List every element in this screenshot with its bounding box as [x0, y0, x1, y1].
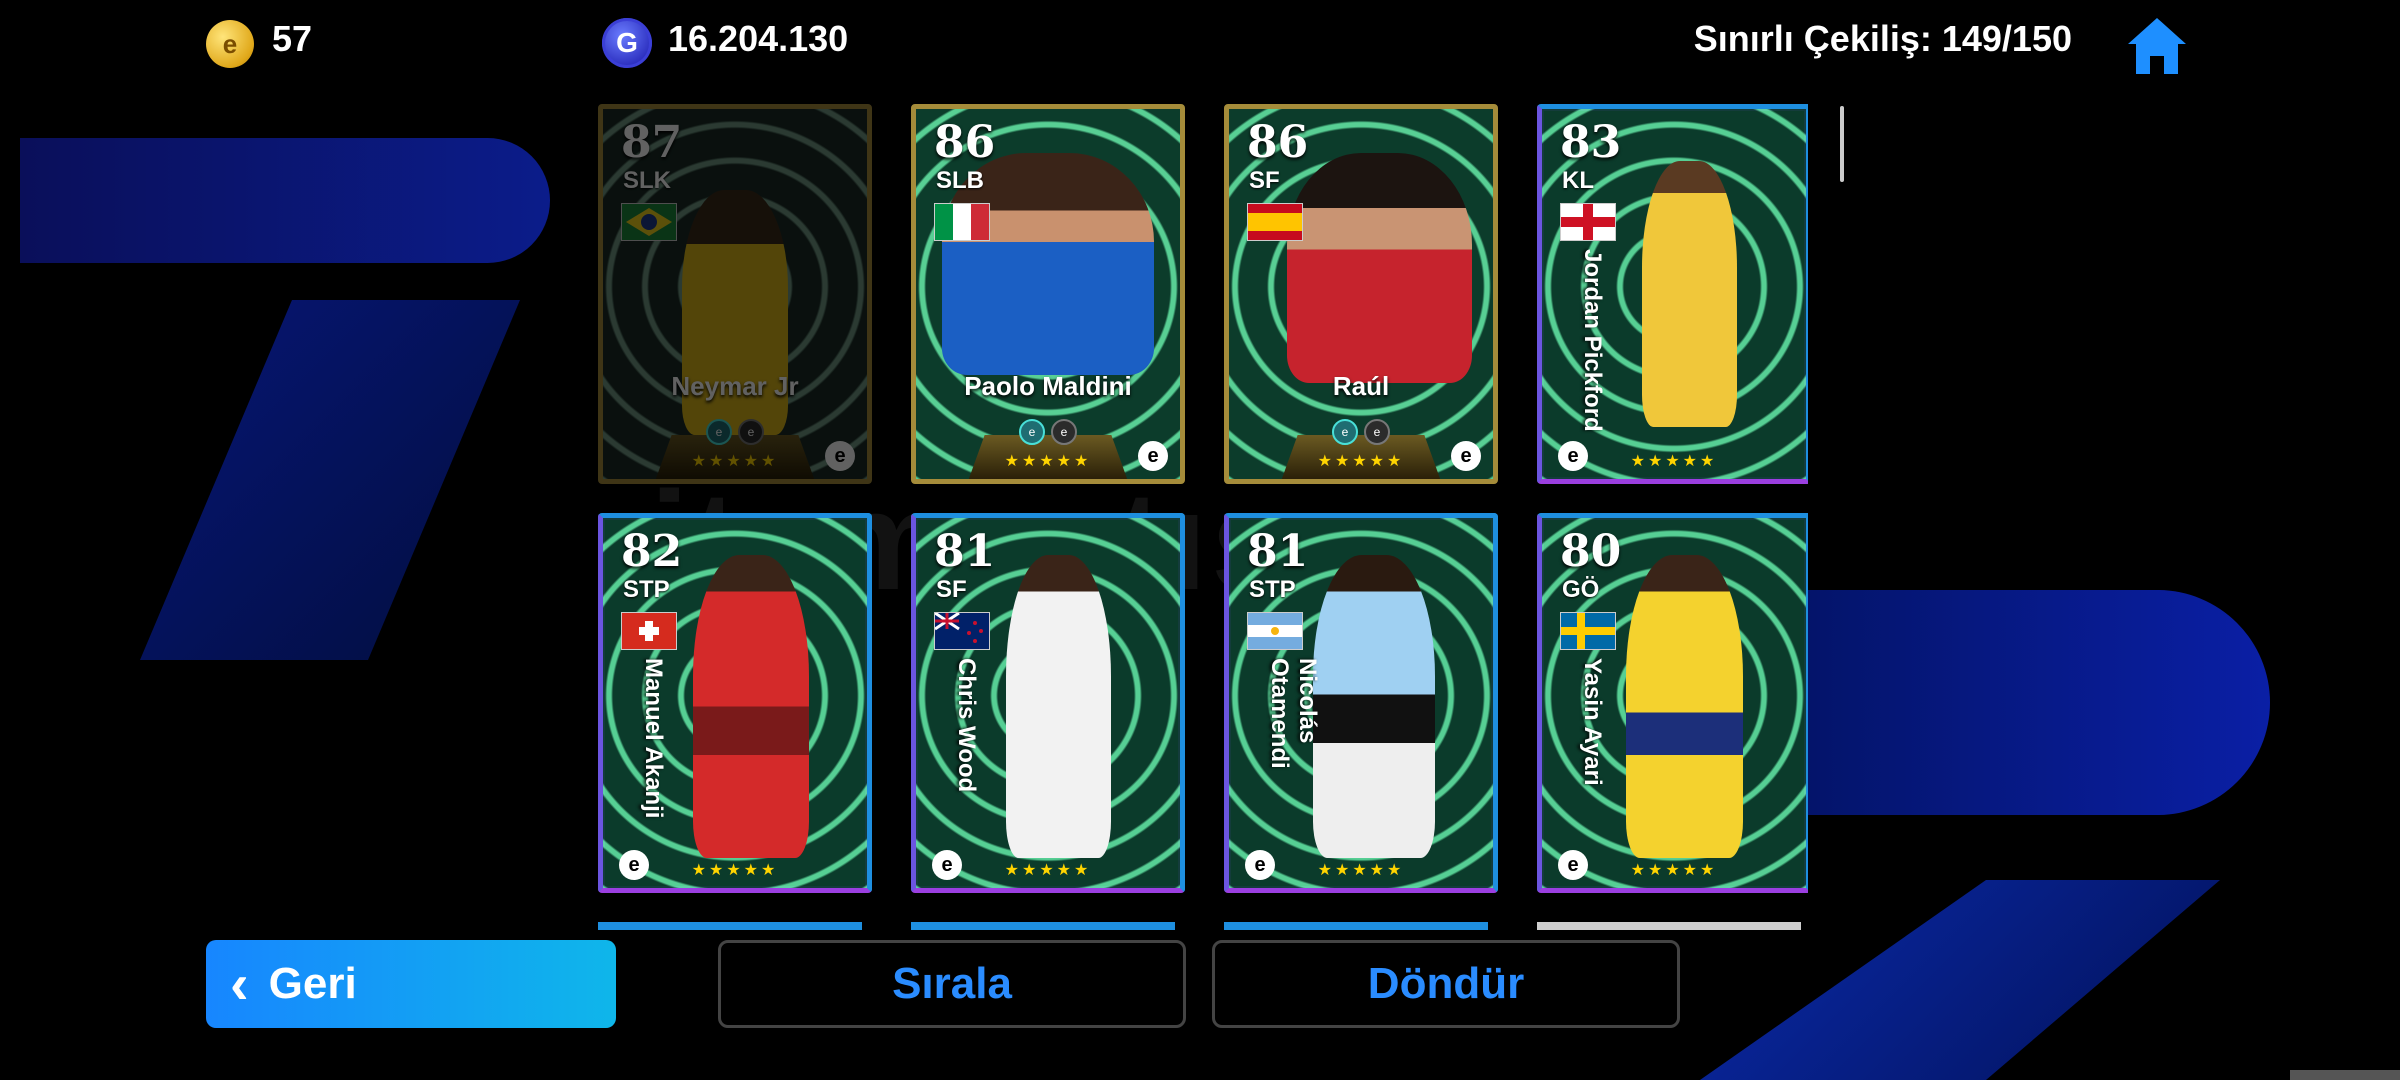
player-position: GÖ: [1562, 576, 1600, 603]
e-badge-icon: e: [1364, 419, 1390, 445]
efootball-logo-icon: e: [825, 441, 855, 471]
draw-limit-label: Sınırlı Çekiliş: 149/150: [1693, 18, 2072, 59]
e-coin-icon: e: [206, 20, 254, 68]
sort-button-label: Sırala: [892, 959, 1012, 1008]
e-badge-icon: e: [706, 419, 732, 445]
player-rating: 87: [621, 117, 683, 168]
player-rating: 81: [934, 526, 996, 577]
player-rating: 82: [621, 526, 683, 577]
background-bar: [20, 138, 550, 263]
e-badge-icon: e: [1051, 419, 1077, 445]
player-name: Raúl: [1332, 371, 1390, 401]
flag-icon: [1247, 203, 1303, 241]
e-badge-icon: e: [738, 419, 764, 445]
player-position: SF: [936, 576, 967, 603]
flag-icon: [1247, 612, 1303, 650]
player-card[interactable]: 83 KL Jordan Pickford ★★★★★ e: [1537, 104, 1808, 484]
skill-badges: ee: [706, 419, 764, 445]
player-card-partial[interactable]: [1224, 922, 1488, 930]
player-rating: 80: [1560, 526, 1622, 577]
top-bar: e 57 G 16.204.130 Sınırlı Çekiliş: 149/1…: [0, 0, 2400, 90]
player-card[interactable]: 81 STP Nicolás Otamendi ★★★★★ e: [1224, 513, 1498, 893]
player-image: [1313, 555, 1435, 859]
player-card-grid: 87 SLK Neymar Jr ee ★★★★★ e 86 SLB Paolo…: [598, 104, 1808, 930]
efootball-logo-icon: e: [1558, 850, 1588, 880]
player-name: Yasin Ayari: [1579, 658, 1606, 786]
efootball-logo-icon: e: [619, 850, 649, 880]
efootball-logo-icon: e: [932, 850, 962, 880]
gp-count: 16.204.130: [668, 18, 849, 59]
efootball-logo-icon: e: [1245, 850, 1275, 880]
player-card[interactable]: 81 SF Chris Wood ★★★★★ e: [911, 513, 1185, 893]
player-card[interactable]: 80 GÖ Yasin Ayari ★★★★★ e: [1537, 513, 1808, 893]
back-button[interactable]: ‹ Geri: [206, 940, 616, 1028]
efootball-logo-icon: e: [1451, 441, 1481, 471]
player-position: SLK: [623, 167, 671, 194]
back-button-label: Geri: [268, 959, 357, 1008]
player-image: [1287, 153, 1472, 383]
flag-icon: [1560, 612, 1616, 650]
background-slash: [140, 300, 520, 660]
player-rating: 86: [1247, 117, 1309, 168]
scrollbar-thumb[interactable]: [1840, 106, 1844, 182]
rotate-button[interactable]: Döndür: [1212, 940, 1680, 1028]
player-name: Paolo Maldini: [964, 371, 1132, 401]
chevron-left-icon: ‹: [230, 952, 249, 1015]
player-name: Manuel Akanji: [640, 658, 667, 819]
player-card[interactable]: 82 STP Manuel Akanji ★★★★★ e: [598, 513, 872, 893]
player-name: Chris Wood: [953, 658, 980, 793]
efootball-logo-icon: e: [1138, 441, 1168, 471]
gp-icon: G: [602, 18, 652, 68]
rotate-button-label: Döndür: [1367, 959, 1525, 1008]
home-icon: [2128, 18, 2186, 74]
player-card[interactable]: 86 SF Raúl ee ★★★★★ e: [1224, 104, 1498, 484]
player-card-partial[interactable]: [911, 922, 1175, 930]
player-image: [1626, 555, 1743, 859]
player-name: Neymar Jr: [671, 371, 799, 401]
player-position: SF: [1249, 167, 1280, 194]
player-name: Nicolás Otamendi: [1266, 658, 1321, 769]
player-image: [1005, 555, 1112, 859]
home-button[interactable]: [2124, 14, 2190, 78]
sort-button[interactable]: Sırala: [718, 940, 1186, 1028]
player-image: [1642, 160, 1738, 428]
player-card-partial[interactable]: [1537, 922, 1801, 930]
e-badge-icon: e: [1019, 419, 1045, 445]
player-card[interactable]: 86 SLB Paolo Maldini ee ★★★★★ e: [911, 104, 1185, 484]
flag-icon: [934, 612, 990, 650]
flag-icon: [621, 203, 677, 241]
player-card[interactable]: 87 SLK Neymar Jr ee ★★★★★ e: [598, 104, 872, 484]
skill-badges: ee: [1332, 419, 1390, 445]
player-image: [692, 555, 809, 859]
flag-icon: [934, 203, 990, 241]
player-rating: 83: [1560, 117, 1622, 168]
player-rating: 81: [1247, 526, 1309, 577]
player-rating: 86: [934, 117, 996, 168]
player-position: KL: [1562, 167, 1594, 194]
system-indicator: [2290, 1070, 2400, 1080]
efootball-logo-icon: e: [1558, 441, 1588, 471]
flag-icon: [621, 612, 677, 650]
player-card-partial[interactable]: [598, 922, 862, 930]
coin-count: 57: [272, 18, 313, 59]
flag-icon: [1560, 203, 1616, 241]
player-position: STP: [623, 576, 670, 603]
player-position: STP: [1249, 576, 1296, 603]
e-badge-icon: e: [1332, 419, 1358, 445]
player-name: Jordan Pickford: [1579, 249, 1606, 432]
player-position: SLB: [936, 167, 984, 194]
skill-badges: ee: [1019, 419, 1077, 445]
